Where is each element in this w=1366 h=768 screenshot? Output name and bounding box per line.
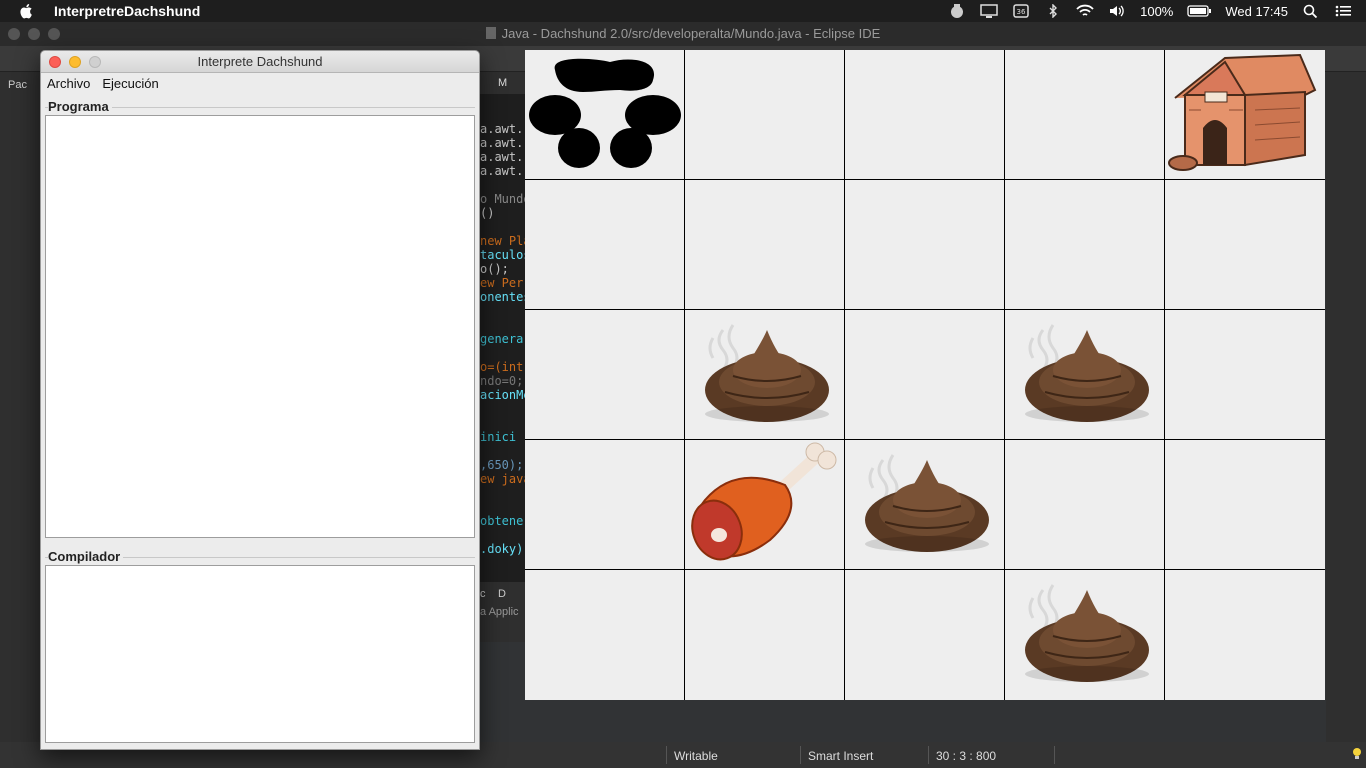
keyboard-icon[interactable]: 36 [1012, 4, 1030, 18]
maximize-window-button[interactable] [89, 56, 101, 68]
code-line: onentes [480, 290, 528, 304]
board-cell[interactable] [1005, 180, 1165, 310]
spotlight-search-icon[interactable] [1302, 4, 1320, 18]
wifi-icon[interactable] [1076, 4, 1094, 18]
board-cell[interactable] [1005, 50, 1165, 180]
code-line: o Mundo [480, 192, 528, 206]
board-cell[interactable] [1165, 310, 1325, 440]
notification-center-icon[interactable] [1334, 4, 1352, 18]
status-cursor-position: 30 : 3 : 800 [936, 749, 997, 763]
interprete-window: Interprete Dachshund Archivo Ejecución P… [40, 50, 480, 750]
apple-icon[interactable] [18, 3, 36, 19]
board-cell[interactable] [525, 180, 685, 310]
code-line: a.awt. [480, 136, 524, 150]
package-explorer[interactable]: Pac [0, 72, 40, 742]
code-line: obtene [480, 514, 524, 528]
board-cell[interactable] [1165, 440, 1325, 570]
programa-label: Programa [48, 99, 112, 114]
console-tab-2[interactable]: D [498, 588, 506, 600]
code-editor[interactable]: M a.awt. a.awt. a.awt. a.awt. o Mundo() new P… [478, 72, 528, 582]
interprete-title: Interprete Dachshund [197, 54, 323, 69]
board-cell[interactable] [685, 50, 845, 180]
compilador-label: Compilador [48, 549, 124, 564]
game-board[interactable] [525, 50, 1325, 700]
board-cell[interactable] [1005, 440, 1165, 570]
board-cell[interactable] [525, 440, 685, 570]
code-line: a.awt. [480, 150, 524, 164]
board-cell[interactable] [845, 570, 1005, 700]
board-cell[interactable] [1165, 180, 1325, 310]
board-cell[interactable] [525, 570, 685, 700]
board-cell[interactable] [845, 440, 1005, 570]
board-cell[interactable] [685, 570, 845, 700]
bluetooth-icon[interactable] [1044, 4, 1062, 18]
eclipse-right-sidebar[interactable] [1326, 72, 1366, 742]
compilador-textarea[interactable] [45, 565, 475, 743]
board-cell[interactable] [685, 180, 845, 310]
battery-percent[interactable]: 100% [1140, 4, 1173, 19]
code-line: new Pla [480, 234, 528, 248]
status-insert-mode: Smart Insert [808, 749, 874, 763]
eclipse-window-controls[interactable] [8, 28, 68, 40]
board-cell[interactable] [845, 180, 1005, 310]
package-explorer-tab[interactable]: Pac [8, 79, 27, 91]
code-line: o(); [480, 262, 509, 276]
board-cell[interactable] [845, 310, 1005, 440]
code-line: inici [480, 430, 517, 444]
menu-archivo[interactable]: Archivo [47, 76, 90, 91]
code-line: acionMe [480, 388, 528, 402]
code-line: a.awt. [480, 122, 524, 136]
board-cell[interactable] [845, 50, 1005, 180]
interprete-menu-bar: Archivo Ejecución [41, 73, 479, 93]
console-text: a Applic [480, 606, 519, 618]
code-line: taculos [480, 248, 528, 262]
board-cell[interactable] [685, 310, 845, 440]
code-line: .doky) [480, 542, 524, 556]
eclipse-title: Java - Dachshund 2.0/src/developeralta/M… [501, 26, 881, 41]
code-line: genera [480, 332, 524, 346]
board-cell[interactable] [685, 440, 845, 570]
menu-ejecucion[interactable]: Ejecución [102, 76, 158, 91]
code-line: ndo=0; [480, 374, 524, 388]
clock[interactable]: Wed 17:45 [1225, 4, 1288, 19]
interprete-title-bar[interactable]: Interprete Dachshund [41, 51, 479, 73]
display-icon[interactable] [980, 4, 998, 18]
macos-menu-bar: InterpretreDachshund 36 100% Wed 17:45 [0, 0, 1366, 22]
board-cell[interactable] [525, 50, 685, 180]
active-app-name[interactable]: InterpretreDachshund [54, 3, 200, 19]
code-line: ew Per [480, 276, 524, 290]
board-cell[interactable] [525, 310, 685, 440]
board-cell[interactable] [1165, 50, 1325, 180]
code-line: ew java [480, 472, 528, 486]
board-cell[interactable] [1005, 570, 1165, 700]
volume-icon[interactable] [1108, 4, 1126, 18]
board-cell[interactable] [1005, 310, 1165, 440]
svg-text:36: 36 [1017, 8, 1026, 16]
code-line: o=(int [480, 360, 524, 374]
code-line: ,650); [480, 458, 524, 472]
battery-icon[interactable] [1187, 5, 1212, 17]
board-cell[interactable] [1165, 570, 1325, 700]
programa-textarea[interactable] [45, 115, 475, 538]
code-line: a.awt. [480, 164, 524, 178]
file-icon [485, 27, 496, 39]
editor-tab[interactable]: M [478, 72, 528, 94]
status-writable: Writable [674, 749, 718, 763]
console-tab-1[interactable]: c [480, 588, 486, 600]
eclipse-title-bar: Java - Dachshund 2.0/src/developeralta/M… [0, 22, 1366, 46]
lightbulb-icon[interactable] [1352, 747, 1362, 764]
code-line: () [480, 206, 495, 220]
console-panel[interactable]: c D a Applic [478, 582, 528, 642]
minimize-window-button[interactable] [69, 56, 81, 68]
screenshot-icon[interactable] [948, 4, 966, 18]
close-window-button[interactable] [49, 56, 61, 68]
